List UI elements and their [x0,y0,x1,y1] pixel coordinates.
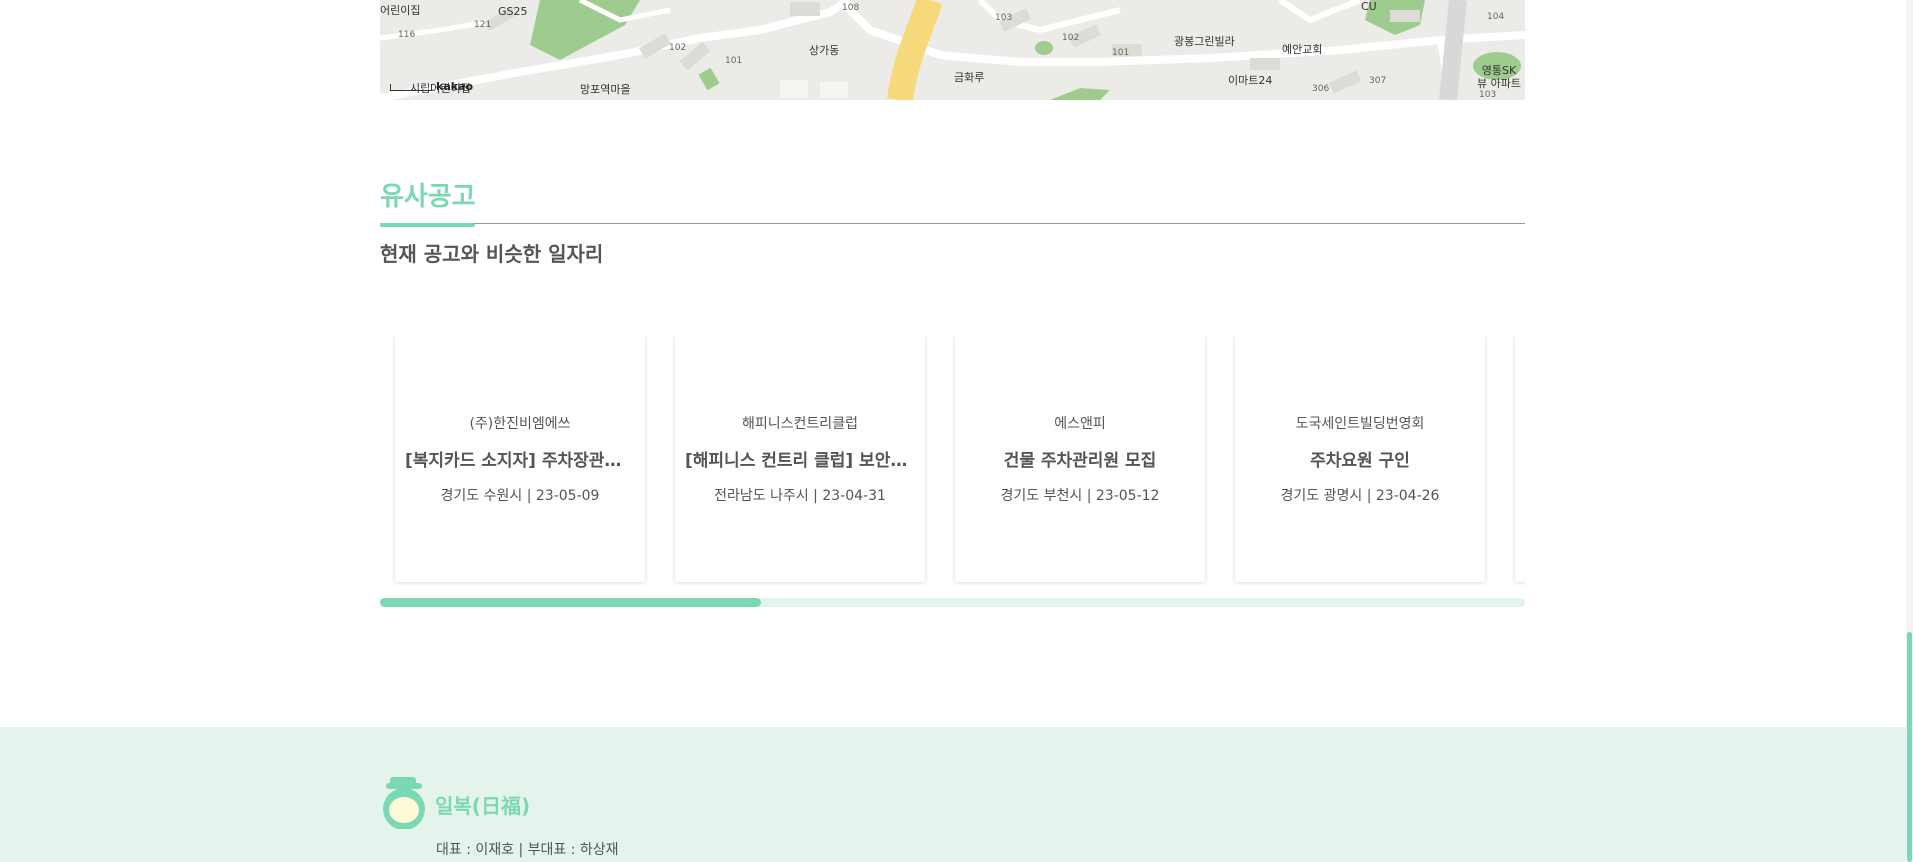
page-scrollbar[interactable] [1906,0,1913,862]
map-building-number: 306 [1312,84,1330,94]
map-place-label: 예안교회 [1282,43,1323,56]
map-building-number: 108 [842,3,860,13]
carousel-scrollbar-thumb[interactable] [380,598,762,607]
map-building-number: 102 [1062,33,1080,43]
job-card-title[interactable]: [복지카드 소지자] 주차장관리원 모집 [405,446,635,471]
section-divider-accent [380,223,475,227]
job-card-company: (주)한진비엠에쓰 [469,416,571,432]
map-building-number: 102 [669,43,687,53]
map-scale-bar [390,83,432,91]
job-card[interactable]: (주)한진비엠에쓰 [복지카드 소지자] 주차장관리원 모집 경기도 수원시 |… [395,335,645,582]
map-place-label: 금화루 [954,71,985,84]
job-card-partial[interactable] [1515,335,1525,582]
map-scale: kakao [390,80,473,93]
section-divider [380,223,1525,224]
map-place-label: 광봉그린빌라 [1174,35,1235,48]
map-building-number: 307 [1369,76,1387,86]
job-card-title[interactable]: 건물 주차관리원 모집 [965,446,1195,471]
brand-logo-icon [380,777,428,833]
footer-representatives: 대표 : 이재호 | 부대표 : 하상재 [436,842,619,858]
job-card-meta: 경기도 부천시 | 23-05-12 [1000,488,1160,504]
job-card-meta: 경기도 수원시 | 23-05-09 [440,488,600,504]
section-subtitle: 현재 공고와 비슷한 일자리 [380,242,604,266]
job-card-company: 해피니스컨트리클럽 [742,416,858,432]
job-card-meta: 전라남도 나주시 | 23-04-31 [714,488,886,504]
map-building-number: 101 [725,56,743,66]
job-card-title[interactable]: 주차요원 구인 [1245,446,1475,471]
map-building-number: 103 [995,13,1013,23]
footer-brand: 일복(日福) [435,794,531,818]
section-title: 유사공고 [380,182,476,212]
map-building-number: 116 [398,30,416,40]
map-place-label: 영통SK뷰 아파트 [1477,64,1521,90]
map-place-label: 상가동 [809,44,840,57]
job-card-company: 에스앤피 [1054,416,1106,432]
map-building-number: 121 [474,20,492,30]
job-card-meta: 경기도 광명시 | 23-04-26 [1280,488,1440,504]
similar-jobs-carousel[interactable]: (주)한진비엠에쓰 [복지카드 소지자] 주차장관리원 모집 경기도 수원시 |… [380,335,1525,585]
map-canvas [380,0,1525,100]
job-card[interactable]: 도국세인트빌딩번영회 주차요원 구인 경기도 광명시 | 23-04-26 [1235,335,1485,582]
map-building-number: 104 [1487,12,1505,22]
job-card-title[interactable]: [해피니스 컨트리 클럽] 보안요원 모집 [685,446,915,471]
page-scrollbar-thumb[interactable] [1907,632,1912,862]
map-building-number: 103 [1479,90,1497,100]
job-card[interactable]: 해피니스컨트리클럽 [해피니스 컨트리 클럽] 보안요원 모집 전라남도 나주시… [675,335,925,582]
page: 어린이집 GS25 상가동 광봉그린빌라 예안교회 CU 금화루 이마트24 영… [0,0,1913,862]
map-attribution: kakao [436,80,474,93]
map-place-label: 이마트24 [1228,74,1273,87]
footer: 일복(日福) 대표 : 이재호 | 부대표 : 하상재 [0,727,1913,862]
location-map[interactable]: 어린이집 GS25 상가동 광봉그린빌라 예안교회 CU 금화루 이마트24 영… [380,0,1525,100]
job-card-company: 도국세인트빌딩번영회 [1295,416,1425,432]
map-place-label: GS25 [498,5,528,18]
map-place-label: CU [1361,0,1377,13]
carousel-scrollbar[interactable] [380,598,1525,607]
job-card[interactable]: 에스앤피 건물 주차관리원 모집 경기도 부천시 | 23-05-12 [955,335,1205,582]
map-place-label: 망포역마을 [580,83,631,96]
map-place-label: 어린이집 [380,4,421,17]
map-building-number: 101 [1112,48,1130,58]
